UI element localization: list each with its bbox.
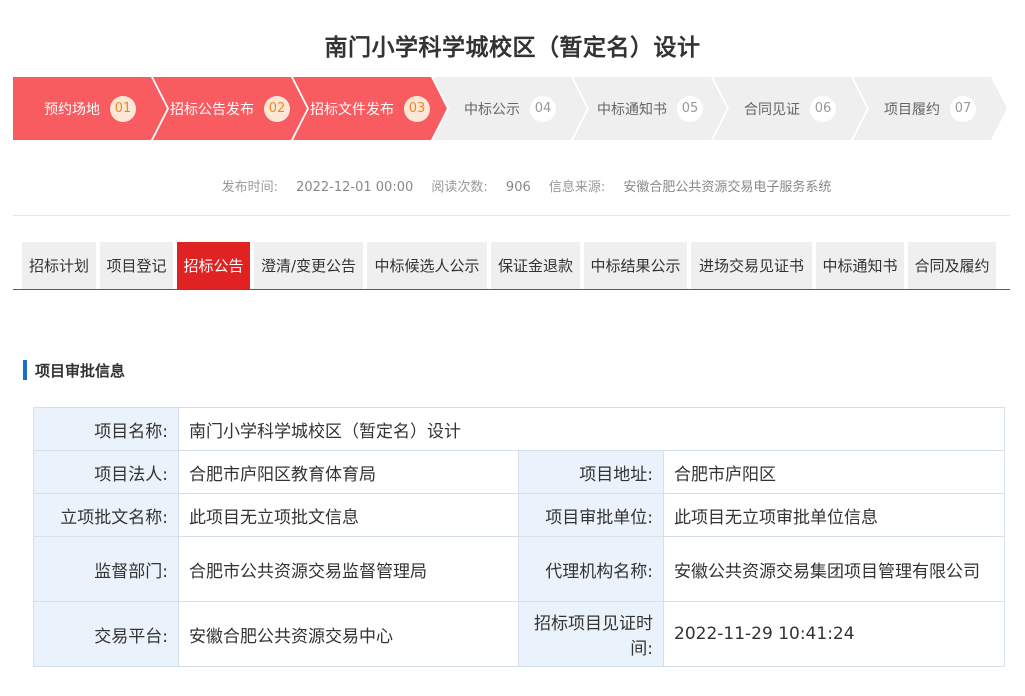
step-number-badge: 07 bbox=[950, 96, 976, 122]
table-row: 监督部门: 合肥市公共资源交易监督管理局 代理机构名称: 安徽公共资源交易集团项… bbox=[33, 536, 1006, 602]
witness-time-label: 招标项目见证时间: bbox=[518, 601, 664, 667]
table-row: 项目名称: 南门小学科学城校区（暂定名）设计 bbox=[33, 407, 1006, 451]
section-header: 项目审批信息 bbox=[23, 360, 125, 380]
approval-doc-label: 立项批文名称: bbox=[33, 493, 179, 537]
approval-doc-value: 此项目无立项批文信息 bbox=[178, 493, 519, 537]
read-count-value: 906 bbox=[505, 180, 531, 195]
tab-deposit-refund[interactable]: 保证金退款 bbox=[491, 242, 580, 289]
step-label: 合同见证 bbox=[744, 101, 800, 118]
tab-bidding-announcement[interactable]: 招标公告 bbox=[177, 242, 250, 289]
project-info-table: 项目名称: 南门小学科学城校区（暂定名）设计 项目法人: 合肥市庐阳区教育体育局… bbox=[33, 407, 1006, 667]
step-label: 招标公告发布 bbox=[170, 101, 254, 118]
step-1[interactable]: 预约场地 01 bbox=[13, 77, 167, 140]
publish-time-label: 发布时间: bbox=[221, 180, 278, 195]
progress-steps: 预约场地 01 招标公告发布 02 招标文件发布 03 中标公示 04 中标通知… bbox=[13, 77, 1007, 140]
read-count-label: 阅读次数: bbox=[431, 180, 488, 195]
publish-time-value: 2022-12-01 00:00 bbox=[296, 180, 414, 195]
step-number-badge: 02 bbox=[264, 96, 290, 122]
approval-unit-value: 此项目无立项审批单位信息 bbox=[662, 493, 1006, 537]
step-label: 预约场地 bbox=[44, 101, 100, 118]
tab-bidding-plan[interactable]: 招标计划 bbox=[22, 242, 96, 289]
source-label: 信息来源: bbox=[548, 180, 606, 195]
agency-label: 代理机构名称: bbox=[518, 536, 664, 602]
step-number-badge: 01 bbox=[110, 96, 136, 122]
step-label: 项目履约 bbox=[884, 101, 940, 118]
supervisor-value: 合肥市公共资源交易监督管理局 bbox=[178, 536, 519, 602]
source-value: 安徽合肥公共资源交易电子服务系统 bbox=[623, 180, 832, 195]
meta-info: 发布时间: 2022-12-01 00:00 阅读次数: 906 信息来源: 安… bbox=[0, 176, 1025, 195]
section-marker bbox=[23, 360, 27, 380]
step-6[interactable]: 合同见证 06 bbox=[713, 77, 867, 140]
tab-result-publicity[interactable]: 中标结果公示 bbox=[584, 242, 687, 289]
witness-time-value: 2022-11-29 10:41:24 bbox=[662, 601, 1006, 667]
step-2[interactable]: 招标公告发布 02 bbox=[153, 77, 307, 140]
tab-award-notice[interactable]: 中标通知书 bbox=[816, 242, 904, 289]
project-name-label: 项目名称: bbox=[33, 407, 179, 451]
step-number-badge: 04 bbox=[530, 96, 556, 122]
step-number-badge: 06 bbox=[810, 96, 836, 122]
legal-person-label: 项目法人: bbox=[33, 450, 179, 494]
step-label: 中标通知书 bbox=[597, 101, 667, 118]
platform-value: 安徽合肥公共资源交易中心 bbox=[178, 601, 519, 667]
agency-value: 安徽公共资源交易集团项目管理有限公司 bbox=[662, 536, 1006, 602]
step-5[interactable]: 中标通知书 05 bbox=[573, 77, 727, 140]
tab-project-registration[interactable]: 项目登记 bbox=[100, 242, 173, 289]
table-row: 项目法人: 合肥市庐阳区教育体育局 项目地址: 合肥市庐阳区 bbox=[33, 450, 1006, 494]
tab-contract[interactable]: 合同及履约 bbox=[908, 242, 996, 289]
table-row: 立项批文名称: 此项目无立项批文信息 项目审批单位: 此项目无立项审批单位信息 bbox=[33, 493, 1006, 537]
legal-person-value: 合肥市庐阳区教育体育局 bbox=[178, 450, 519, 494]
section-title: 项目审批信息 bbox=[35, 361, 126, 380]
page-title: 南门小学科学城校区（暂定名）设计 bbox=[324, 35, 701, 61]
platform-label: 交易平台: bbox=[33, 601, 179, 667]
tab-underline bbox=[13, 289, 1010, 290]
tab-bar: 招标计划 项目登记 招标公告 澄清/变更公告 中标候选人公示 保证金退款 中标结… bbox=[22, 242, 996, 289]
step-number-badge: 03 bbox=[404, 96, 430, 122]
step-number-badge: 05 bbox=[677, 96, 703, 122]
address-label: 项目地址: bbox=[518, 450, 664, 494]
address-value: 合肥市庐阳区 bbox=[662, 450, 1006, 494]
step-label: 中标公示 bbox=[464, 101, 520, 118]
tab-clarification[interactable]: 澄清/变更公告 bbox=[254, 242, 363, 289]
table-row: 交易平台: 安徽合肥公共资源交易中心 招标项目见证时间: 2022-11-29 … bbox=[33, 601, 1006, 667]
tab-witness-certificate[interactable]: 进场交易见证书 bbox=[691, 242, 812, 289]
step-3[interactable]: 招标文件发布 03 bbox=[293, 77, 447, 140]
tab-candidate-publicity[interactable]: 中标候选人公示 bbox=[367, 242, 487, 289]
step-7[interactable]: 项目履约 07 bbox=[853, 77, 1007, 140]
project-name-value: 南门小学科学城校区（暂定名）设计 bbox=[177, 407, 1006, 451]
step-4[interactable]: 中标公示 04 bbox=[433, 77, 587, 140]
step-label: 招标文件发布 bbox=[310, 101, 394, 118]
supervisor-label: 监督部门: bbox=[33, 536, 179, 602]
divider bbox=[13, 215, 1010, 216]
approval-unit-label: 项目审批单位: bbox=[518, 493, 664, 537]
